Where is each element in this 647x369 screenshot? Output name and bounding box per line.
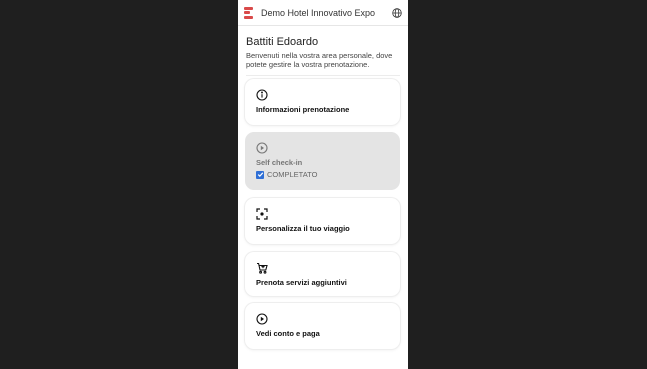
status-text: COMPLETATO [267, 170, 318, 179]
card-label: Personalizza il tuo viaggio [256, 224, 350, 233]
card-self-check-in[interactable]: Self check-in COMPLETATO [245, 132, 400, 190]
cart-icon [256, 261, 268, 274]
card-label: Self check-in [256, 158, 303, 167]
welcome-message: Benvenuti nella vostra area personale, d… [246, 51, 393, 69]
checkbox-checked-icon [256, 170, 264, 179]
card-personalizza-viaggio[interactable]: Personalizza il tuo viaggio [245, 198, 400, 244]
play-circle-icon [256, 141, 268, 154]
info-icon [256, 88, 268, 101]
globe-icon[interactable] [391, 7, 402, 18]
card-label: Informazioni prenotazione [256, 105, 350, 114]
card-label: Prenota servizi aggiuntivi [256, 278, 347, 287]
play-circle-icon [256, 312, 268, 325]
status-badge: COMPLETATO [256, 170, 389, 179]
card-vedi-conto[interactable]: Vedi conto e paga [245, 303, 400, 349]
hotel-logo-icon [244, 6, 253, 19]
app-window: Demo Hotel Innovativo Expo Battiti Edoar… [238, 0, 408, 369]
card-prenota-servizi[interactable]: Prenota servizi aggiuntivi [245, 252, 400, 296]
guest-name: Battiti Edoardo [246, 36, 319, 48]
card-label: Vedi conto e paga [256, 329, 320, 338]
divider [246, 75, 400, 76]
app-title: Demo Hotel Innovativo Expo [261, 7, 376, 18]
card-informazioni-prenotazione[interactable]: Informazioni prenotazione [245, 79, 400, 125]
top-bar: Demo Hotel Innovativo Expo [238, 0, 408, 26]
focus-icon [256, 207, 268, 220]
